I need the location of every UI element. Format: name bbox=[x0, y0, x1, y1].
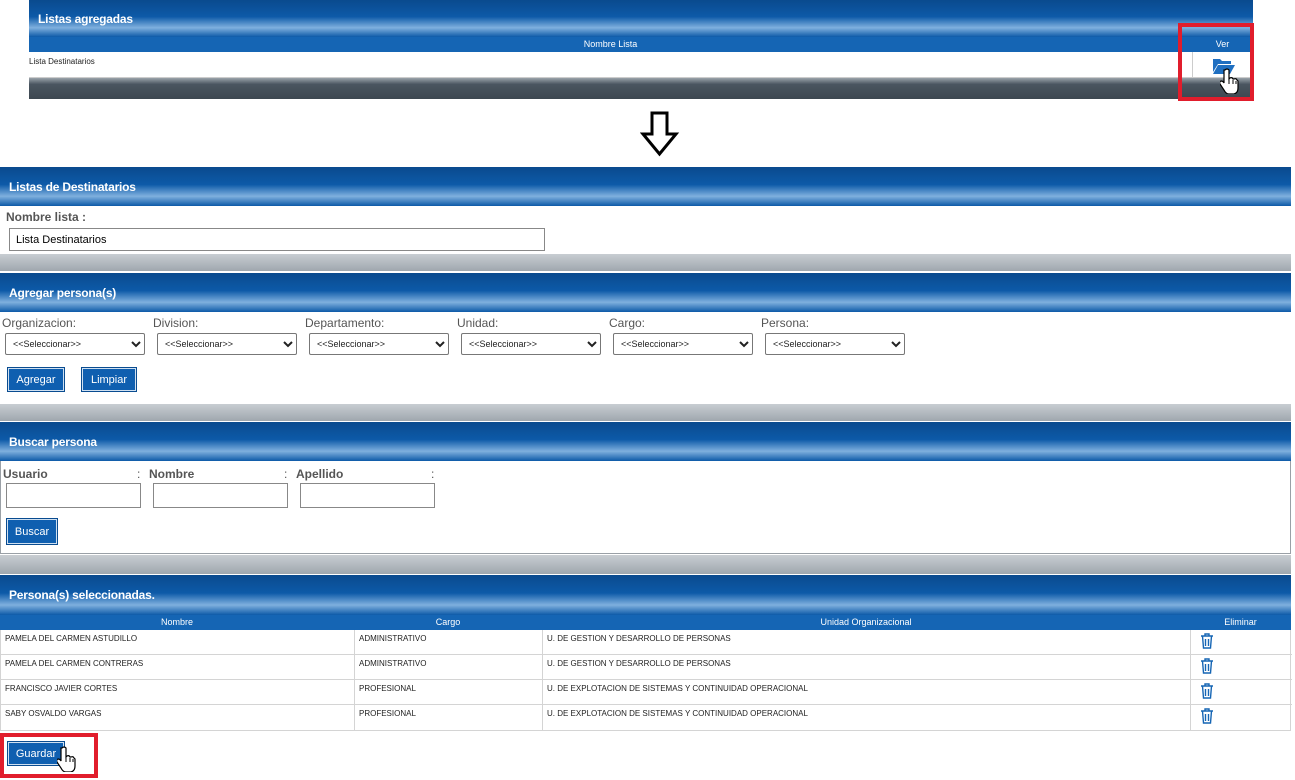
listas-agregadas-title: Listas agregadas bbox=[38, 11, 133, 26]
col-cargo: Cargo bbox=[435, 617, 461, 627]
buscar-title: Buscar persona bbox=[9, 434, 97, 449]
listas-destinatarios-title: Listas de Destinatarios bbox=[9, 179, 136, 194]
nombre-lista-field[interactable] bbox=[9, 228, 545, 251]
nombre-label: Nombre bbox=[149, 467, 195, 481]
cell-nombre: SABY OSVALDO VARGAS bbox=[1, 705, 355, 730]
cell-unidad: U. DE GESTION Y DESARROLLO DE PERSONAS bbox=[543, 655, 1191, 680]
cell-nombre: FRANCISCO JAVIER CORTES bbox=[1, 680, 355, 705]
cell-cargo: ADMINISTRATIVO bbox=[355, 655, 543, 680]
trash-icon[interactable] bbox=[1200, 633, 1214, 649]
seleccionadas-table-body: PAMELA DEL CARMEN ASTUDILLO ADMINISTRATI… bbox=[0, 630, 1292, 731]
usuario-colon: : bbox=[137, 467, 141, 481]
apellido-field[interactable] bbox=[300, 483, 435, 508]
organizacion-select[interactable]: <<Seleccionar>> bbox=[5, 333, 145, 355]
trash-icon[interactable] bbox=[1200, 683, 1214, 699]
section-separator bbox=[0, 404, 1291, 421]
seleccionadas-title: Persona(s) seleccionadas. bbox=[9, 588, 155, 602]
buscar-button[interactable]: Buscar bbox=[6, 518, 58, 545]
division-select[interactable]: <<Seleccionar>> bbox=[157, 333, 297, 355]
nombre-colon: : bbox=[284, 467, 288, 481]
col-nombre-lista: Nombre Lista bbox=[583, 39, 638, 49]
usuario-label: Usuario bbox=[3, 467, 48, 481]
seleccionadas-table-head: Nombre Cargo Unidad Organizacional Elimi… bbox=[0, 615, 1291, 630]
col-nombre: Nombre bbox=[160, 617, 193, 627]
apellido-label: Apellido bbox=[296, 467, 344, 481]
trash-icon[interactable] bbox=[1200, 658, 1214, 674]
trash-icon[interactable] bbox=[1200, 708, 1214, 724]
buscar-header: Buscar persona bbox=[0, 422, 1291, 461]
usuario-field[interactable] bbox=[6, 483, 141, 508]
departamento-label: Departamento: bbox=[305, 316, 385, 330]
limpiar-button[interactable]: Limpiar bbox=[81, 367, 137, 392]
col-unidad: Unidad Organizacional bbox=[820, 617, 912, 627]
col-eliminar: Eliminar bbox=[1224, 617, 1257, 627]
section-separator bbox=[0, 555, 1291, 574]
apellido-colon: : bbox=[431, 467, 435, 481]
agregar-title: Agregar persona(s) bbox=[9, 285, 117, 300]
cell-unidad: U. DE EXPLOTACION DE SISTEMAS Y CONTINUI… bbox=[543, 680, 1191, 705]
cargo-select[interactable]: <<Seleccionar>> bbox=[613, 333, 753, 355]
table-row: FRANCISCO JAVIER CORTES PROFESIONAL U. D… bbox=[1, 680, 1292, 705]
organizacion-label: Organizacion: bbox=[2, 316, 77, 330]
agregar-header: Agregar persona(s) bbox=[0, 273, 1291, 312]
table-row: SABY OSVALDO VARGAS PROFESIONAL U. DE EX… bbox=[1, 705, 1292, 730]
lista-name: Lista Destinatarios bbox=[29, 57, 95, 66]
table-row: PAMELA DEL CARMEN CONTRERAS ADMINISTRATI… bbox=[1, 655, 1292, 680]
cell-unidad: U. DE EXPLOTACION DE SISTEMAS Y CONTINUI… bbox=[543, 705, 1191, 730]
unidad-label: Unidad: bbox=[457, 316, 499, 330]
section-separator bbox=[0, 254, 1291, 271]
persona-select[interactable]: <<Seleccionar>> bbox=[765, 333, 905, 355]
cell-unidad: U. DE GESTION Y DESARROLLO DE PERSONAS bbox=[543, 630, 1191, 655]
nombre-lista-label: Nombre lista : bbox=[6, 210, 87, 224]
down-arrow-icon bbox=[639, 110, 680, 158]
departamento-select[interactable]: <<Seleccionar>> bbox=[309, 333, 449, 355]
listas-destinatarios-header: Listas de Destinatarios bbox=[0, 167, 1291, 206]
nombre-field[interactable] bbox=[153, 483, 288, 508]
cell-cargo: ADMINISTRATIVO bbox=[355, 630, 543, 655]
listas-agregadas-table-head: Nombre Lista Ver bbox=[29, 37, 1253, 52]
listas-agregadas-footer bbox=[29, 78, 1253, 99]
cell-nombre: PAMELA DEL CARMEN ASTUDILLO bbox=[1, 630, 355, 655]
cargo-label: Cargo: bbox=[609, 316, 646, 330]
listas-agregadas-header: Listas agregadas bbox=[29, 0, 1253, 37]
persona-label: Persona: bbox=[761, 316, 810, 330]
cell-cargo: PROFESIONAL bbox=[355, 680, 543, 705]
unidad-select[interactable]: <<Seleccionar>> bbox=[461, 333, 601, 355]
highlight-guardar bbox=[0, 733, 98, 778]
highlight-ver bbox=[1178, 23, 1254, 101]
division-label: Division: bbox=[153, 316, 199, 330]
seleccionadas-header: Persona(s) seleccionadas. bbox=[0, 575, 1291, 615]
table-row: PAMELA DEL CARMEN ASTUDILLO ADMINISTRATI… bbox=[1, 630, 1292, 655]
agregar-button[interactable]: Agregar bbox=[7, 367, 65, 392]
cell-nombre: PAMELA DEL CARMEN CONTRERAS bbox=[1, 655, 355, 680]
cell-cargo: PROFESIONAL bbox=[355, 705, 543, 730]
listas-agregadas-row: Lista Destinatarios bbox=[29, 52, 1253, 78]
